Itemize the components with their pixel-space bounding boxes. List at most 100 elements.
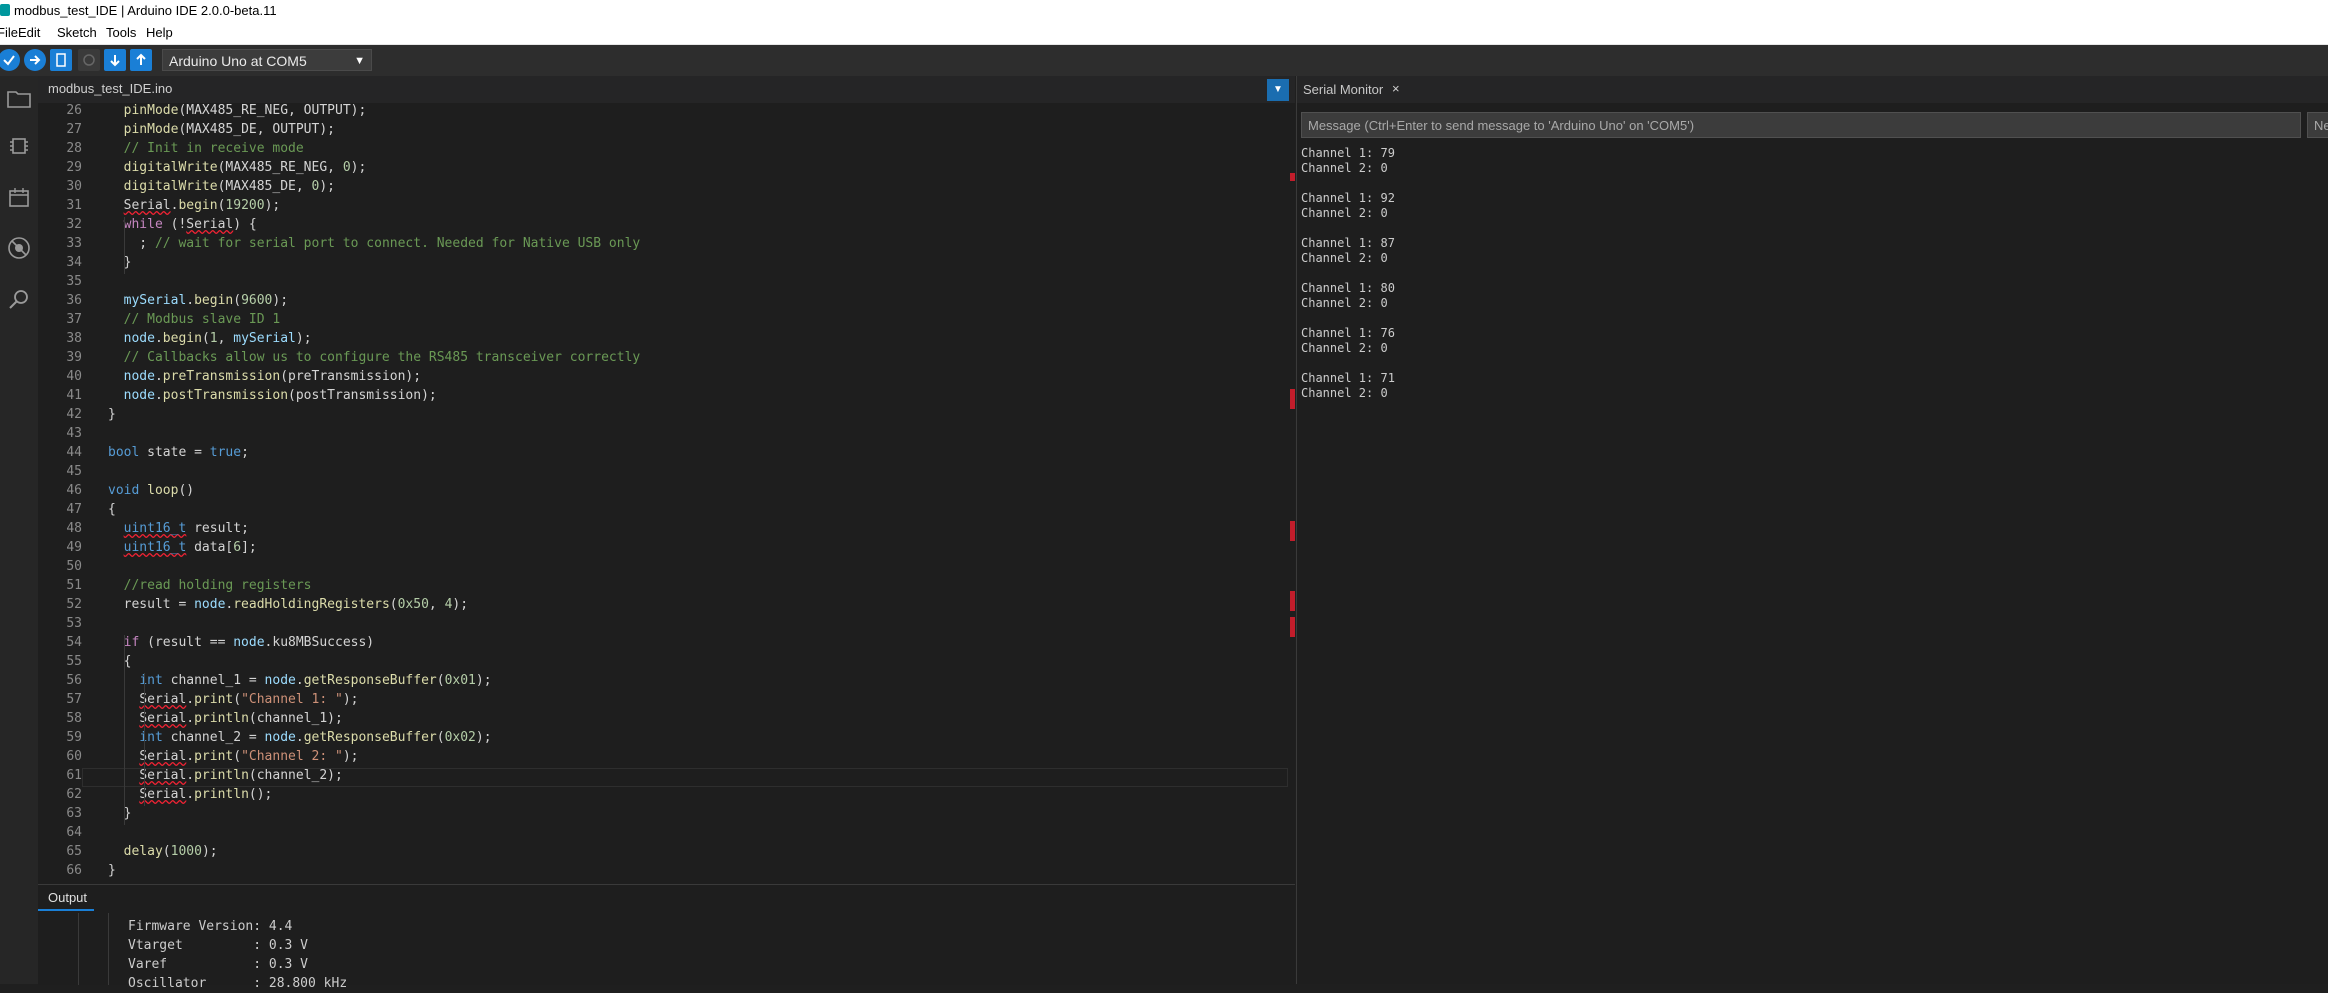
serial-message-input[interactable]: Message (Ctrl+Enter to send message to '… [1301,112,2301,138]
serial-output-text: Channel 1: 79 Channel 2: 0 Channel 1: 92… [1301,146,1395,400]
code-line[interactable]: } [108,863,116,878]
code-line[interactable]: mySerial.begin(9600); [108,293,288,308]
overview-ruler [1288,103,1295,884]
line-number: 50 [66,559,82,574]
new-file-icon [56,53,66,67]
verify-button[interactable] [0,49,20,71]
line-number: 27 [66,122,82,137]
indent-guide [124,635,125,825]
code-line[interactable]: Serial.println(); [108,787,272,802]
line-number: 58 [66,711,82,726]
code-line[interactable]: // Callbacks allow us to configure the R… [108,350,641,365]
code-line[interactable]: Serial.print("Channel 2: "); [108,749,358,764]
error-marker [1290,389,1295,409]
line-number: 60 [66,749,82,764]
line-number: 38 [66,331,82,346]
toolbar: Arduino Uno at COM5 ▼ [0,45,2328,76]
arduino-app-icon [0,4,10,16]
code-line[interactable]: int channel_1 = node.getResponseBuffer(0… [108,673,491,688]
line-number: 47 [66,502,82,517]
debug-no-icon[interactable] [5,234,33,262]
line-ending-select[interactable]: New [2307,112,2328,138]
tab-output[interactable]: Output [48,890,87,905]
code-line[interactable]: node.begin(1, mySerial); [108,331,312,346]
save-sketch-button[interactable] [130,49,152,71]
menu-file[interactable]: File [0,22,18,44]
code-line[interactable]: } [108,806,132,821]
line-number: 59 [66,730,82,745]
new-sketch-button[interactable] [50,49,72,71]
code-line[interactable]: delay(1000); [108,844,218,859]
line-number: 41 [66,388,82,403]
code-line[interactable]: ; // wait for serial port to connect. Ne… [108,236,640,251]
code-line[interactable]: } [108,255,132,270]
menu-edit[interactable]: Edit [18,22,40,44]
menu-tools[interactable]: Tools [106,22,136,44]
code-line[interactable]: node.preTransmission(preTransmission); [108,369,421,384]
code-line[interactable]: // Init in receive mode [108,141,304,156]
code-area[interactable]: 26 pinMode(MAX485_RE_NEG, OUTPUT); 27 pin… [38,103,1288,884]
line-number: 37 [66,312,82,327]
code-line[interactable]: //read holding registers [108,578,312,593]
code-line[interactable]: uint16_t data[6]; [108,540,257,555]
line-number: 32 [66,217,82,232]
code-line[interactable]: bool state = true; [108,445,249,460]
search-icon[interactable] [5,286,33,314]
code-line[interactable]: { [108,502,116,517]
code-line[interactable]: while (!Serial) { [108,217,257,232]
line-number: 57 [66,692,82,707]
board-selector[interactable]: Arduino Uno at COM5 ▼ [162,49,372,71]
line-number: 51 [66,578,82,593]
line-number: 36 [66,293,82,308]
line-number: 46 [66,483,82,498]
code-line[interactable]: Serial.print("Channel 1: "); [108,692,358,707]
save-icon [136,53,146,65]
check-icon [3,55,15,66]
menu-help[interactable]: Help [146,22,173,44]
line-number: 55 [66,654,82,669]
debug-button[interactable] [78,49,100,71]
editor-tab-bar: modbus_test_IDE.ino ▼ [38,76,1295,103]
library-manager-icon[interactable] [5,184,33,212]
upload-button[interactable] [24,49,46,71]
tab-serial-monitor[interactable]: Serial Monitor [1303,82,1383,97]
open-arrow-icon [110,55,120,67]
code-line[interactable]: void loop() [108,483,194,498]
serial-monitor-panel: Serial Monitor × Message (Ctrl+Enter to … [1296,76,2328,984]
chevron-down-icon[interactable]: ▼ [1267,79,1289,101]
code-line[interactable]: int channel_2 = node.getResponseBuffer(0… [108,730,491,745]
code-line[interactable]: uint16_t result; [108,521,249,536]
indent-guide [108,913,109,985]
line-number: 29 [66,160,82,175]
debug-icon [83,54,95,66]
line-number: 53 [66,616,82,631]
close-icon[interactable]: × [1392,81,1400,96]
sketchbook-folder-icon[interactable] [5,84,33,112]
code-line[interactable]: result = node.readHoldingRegisters(0x50,… [108,597,468,612]
code-line[interactable]: // Modbus slave ID 1 [108,312,281,327]
code-line[interactable]: node.postTransmission(postTransmission); [108,388,437,403]
code-line[interactable]: } [108,407,116,422]
active-tab-underline [38,909,94,911]
code-line[interactable]: if (result == node.ku8MBSuccess) [108,635,374,650]
chevron-down-icon: ▼ [354,55,365,67]
line-number: 61 [66,768,82,783]
code-line[interactable]: pinMode(MAX485_RE_NEG, OUTPUT); [108,103,367,118]
code-line[interactable]: digitalWrite(MAX485_RE_NEG, 0); [108,160,367,175]
line-number: 48 [66,521,82,536]
code-line[interactable]: { [108,654,132,669]
indent-guide [78,913,79,985]
line-number: 28 [66,141,82,156]
line-number: 54 [66,635,82,650]
code-line[interactable]: Serial.begin(19200); [108,198,281,213]
line-number: 63 [66,806,82,821]
line-number: 64 [66,825,82,840]
code-editor: modbus_test_IDE.ino ▼ 26 pinMode(MAX485_… [38,76,1295,884]
editor-tab-filename[interactable]: modbus_test_IDE.ino [48,81,172,96]
code-line[interactable]: digitalWrite(MAX485_DE, 0); [108,179,335,194]
code-line[interactable]: pinMode(MAX485_DE, OUTPUT); [108,122,335,137]
boards-manager-chip-icon[interactable] [5,132,33,160]
open-sketch-button[interactable] [104,49,126,71]
menu-sketch[interactable]: Sketch [57,22,97,44]
line-number: 33 [66,236,82,251]
